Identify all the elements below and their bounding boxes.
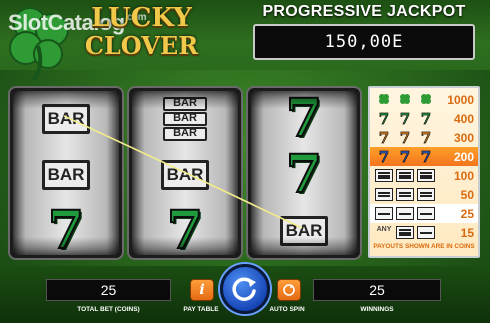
seven-icon: 7 <box>420 147 432 166</box>
paytable-symbols <box>370 169 438 182</box>
paytable-payout: 1000 <box>447 92 474 107</box>
total-bet-label: TOTAL BET (COINS) <box>77 306 140 313</box>
jackpot-value: 150,00E <box>324 32 404 52</box>
seven-icon: 7 <box>420 109 432 128</box>
paytable-symbols: 7 7 7 <box>370 128 438 147</box>
paytable-symbols: 7 7 7 <box>370 109 438 128</box>
paytable-note: PAYOUTS SHOWN ARE IN COINS <box>373 243 475 250</box>
total-bet-value: 25 <box>100 282 117 298</box>
bar-symbol: BAR <box>161 160 209 190</box>
paytable-row: ANY 15 <box>370 223 478 242</box>
paytable-button[interactable]: i <box>190 279 214 301</box>
jackpot-label: PROGRESSIVE JACKPOT <box>262 3 466 20</box>
reel-1-symbol-2: BAR <box>13 147 119 203</box>
clover-icon <box>417 93 435 107</box>
reel-1: BAR BAR 7 <box>10 88 122 258</box>
paytable-payout: 300 <box>453 130 474 145</box>
single-bar-icon <box>396 207 414 220</box>
reel-3-symbol-3: BAR <box>251 203 357 259</box>
seven-symbol: 7 <box>47 200 85 261</box>
paytable-payout: 25 <box>460 206 474 221</box>
winnings-label: WINNINGS <box>360 306 394 313</box>
paytable-symbols <box>370 93 438 107</box>
any-label: ANY <box>376 226 392 233</box>
triple-bar-icon <box>396 169 414 182</box>
triple-bar-icon <box>417 169 435 182</box>
info-icon: i <box>199 282 205 298</box>
paytable: 1000 7 7 7 400 7 7 7 300 7 7 7 200 100 5… <box>368 86 480 258</box>
game-title: LUCKY CLOVER <box>74 0 209 62</box>
seven-symbol: 7 <box>285 144 323 205</box>
paytable-payout: 200 <box>453 149 474 164</box>
game-title-line2: CLOVER <box>84 31 199 60</box>
paytable-row: 7 7 7 300 <box>370 128 478 147</box>
bar-symbol: BAR <box>163 112 207 126</box>
seven-icon: 7 <box>399 128 411 147</box>
reel-1-symbol-3: 7 <box>13 203 119 259</box>
triple-bar-symbol: BAR BAR BAR <box>163 97 207 141</box>
seven-icon: 7 <box>399 147 411 166</box>
triple-bar-icon <box>396 226 414 239</box>
triple-bar-icon <box>375 169 393 182</box>
reel-3-symbol-2: 7 <box>251 147 357 203</box>
paytable-row-highlighted: 25 <box>370 204 478 223</box>
bar-symbol: BAR <box>280 216 328 246</box>
paytable-payout: 50 <box>460 187 474 202</box>
autospin-label: AUTO SPIN <box>269 306 305 313</box>
bar-symbol: BAR <box>163 97 207 111</box>
reel-2-symbol-3: 7 <box>132 203 238 259</box>
double-bar-icon <box>396 188 414 201</box>
game-title-line1: LUCKY <box>91 3 192 33</box>
winnings-display: 25 <box>313 279 441 301</box>
paytable-symbols: ANY <box>370 226 438 239</box>
paytable-row-highlighted: 7 7 7 200 <box>370 147 478 166</box>
paytable-row: 1000 <box>370 90 478 109</box>
paytable-payout: 15 <box>460 225 474 240</box>
single-bar-icon <box>417 207 435 220</box>
autospin-icon <box>283 284 295 296</box>
bar-symbol: BAR <box>42 104 90 134</box>
single-bar-icon <box>375 207 393 220</box>
reel-1-symbol-1: BAR <box>13 91 119 147</box>
seven-icon: 7 <box>378 109 390 128</box>
spin-icon <box>232 277 256 301</box>
paytable-row: 50 <box>370 185 478 204</box>
total-bet-display[interactable]: 25 <box>46 279 171 301</box>
autospin-button[interactable] <box>277 279 301 301</box>
bar-symbol: BAR <box>163 127 207 141</box>
paytable-symbols <box>370 207 438 220</box>
jackpot-display: 150,00E <box>253 24 475 60</box>
seven-icon: 7 <box>378 147 390 166</box>
seven-icon: 7 <box>420 128 432 147</box>
reel-3-symbol-1: 7 <box>251 91 357 147</box>
clover-icon <box>375 93 393 107</box>
reel-2-symbol-1: BAR BAR BAR <box>132 91 238 147</box>
single-bar-icon <box>417 226 435 239</box>
paytable-symbols <box>370 188 438 201</box>
reel-3: 7 7 BAR <box>248 88 360 258</box>
clover-icon <box>396 93 414 107</box>
reel-2-symbol-2: BAR <box>132 147 238 203</box>
double-bar-icon <box>375 188 393 201</box>
seven-symbol: 7 <box>166 200 204 261</box>
double-bar-icon <box>417 188 435 201</box>
paytable-payout: 400 <box>453 111 474 126</box>
paytable-symbols: 7 7 7 <box>370 147 438 166</box>
paytable-payout: 100 <box>453 168 474 183</box>
seven-icon: 7 <box>399 109 411 128</box>
reel-2: BAR BAR BAR BAR 7 <box>129 88 241 258</box>
seven-symbol: 7 <box>285 88 323 149</box>
paytable-row: 7 7 7 400 <box>370 109 478 128</box>
paytable-row: 100 <box>370 166 478 185</box>
paytable-label: PAY TABLE <box>183 306 219 313</box>
bar-symbol: BAR <box>42 160 90 190</box>
winnings-value: 25 <box>369 282 385 298</box>
seven-icon: 7 <box>378 128 390 147</box>
